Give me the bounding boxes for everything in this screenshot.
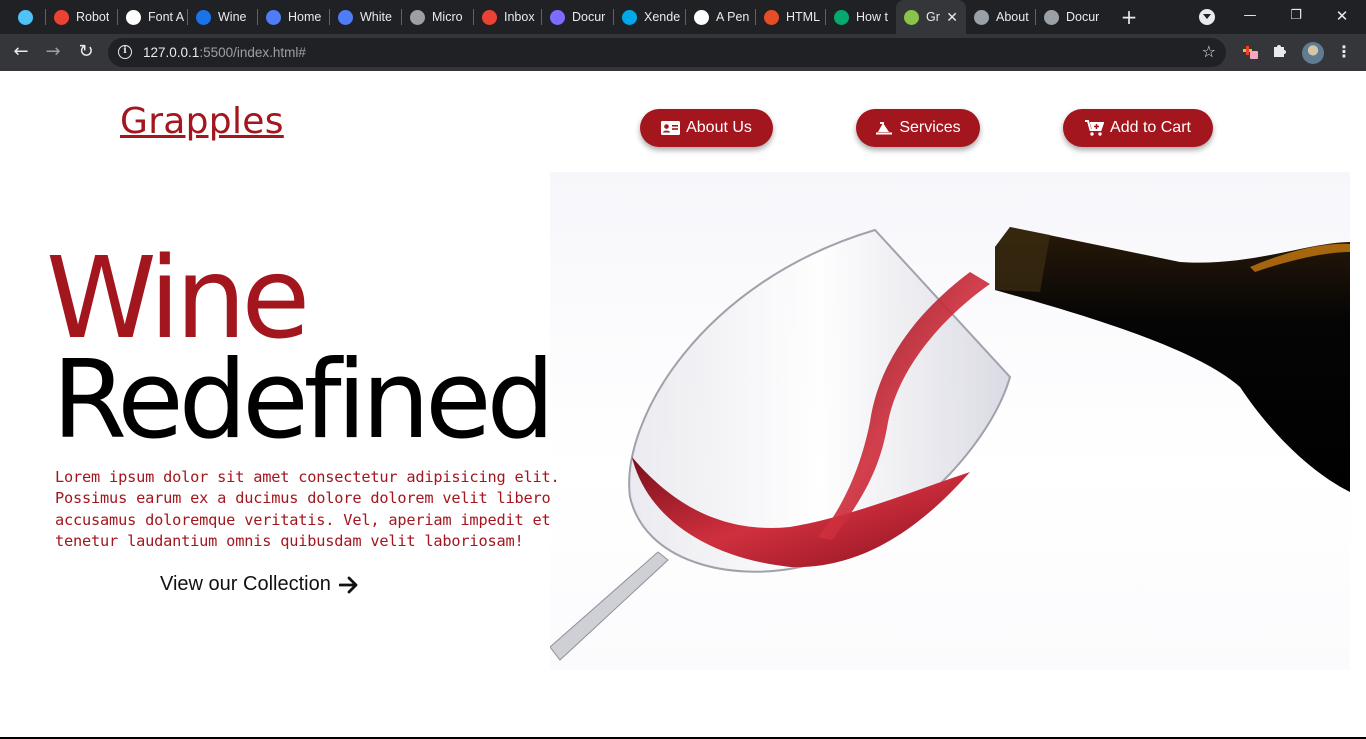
hero-wine-pour-image (550, 172, 1350, 670)
browser-menu-icon[interactable]: ⋮ (1336, 42, 1352, 62)
browser-tab-label: Docur (572, 10, 606, 24)
browser-tab[interactable]: Robot (46, 0, 114, 34)
browser-tab[interactable]: Home (258, 0, 326, 34)
flag-icon (126, 9, 141, 25)
browser-tab[interactable]: About (966, 0, 1032, 34)
browser-tab-label: Inbox (504, 10, 535, 24)
reload-icon[interactable]: ↻ (74, 40, 98, 64)
add-to-cart-button[interactable]: Add to Cart (1063, 109, 1213, 147)
url-host: 127.0.0.1 (143, 45, 200, 60)
extensions-puzzle-icon[interactable] (1270, 42, 1290, 62)
tab-separator (1035, 9, 1036, 25)
browser-tab-label: Xende (644, 10, 681, 24)
close-tab-icon[interactable]: ✕ (946, 9, 958, 25)
globe-icon (410, 9, 425, 25)
browser-tab[interactable] (10, 0, 44, 34)
w3-icon (834, 9, 849, 25)
bookmark-star-icon[interactable]: ☆ (1202, 42, 1216, 61)
web-page: Grapples About Us Services Add to Cart W… (0, 71, 1366, 739)
id-card-icon (661, 121, 681, 135)
site-info-icon[interactable]: i (118, 45, 132, 59)
restore-icon[interactable]: ❐ (1285, 6, 1307, 26)
x-icon (622, 9, 637, 25)
browser-tab[interactable]: Wine (188, 0, 254, 34)
tab-separator (825, 9, 826, 25)
browser-tab-label: How t (856, 10, 888, 24)
back-icon[interactable]: ← (9, 40, 33, 64)
tab-search-icon[interactable] (1199, 9, 1215, 25)
url-path: :5500/index.html# (199, 45, 306, 60)
browser-tab[interactable]: Font A (118, 0, 184, 34)
brand-logo-link[interactable]: Grapples (120, 101, 284, 142)
flag-icon (196, 9, 211, 25)
browser-tab-label: Font A (148, 10, 184, 24)
browser-tab[interactable]: How t (826, 0, 892, 34)
browser-tab-label: A Pen (716, 10, 750, 24)
browser-tab[interactable]: Xende (614, 0, 682, 34)
services-button[interactable]: Services (856, 109, 980, 147)
cart-plus-icon (1085, 120, 1105, 136)
tab-separator (613, 9, 614, 25)
gear-icon (550, 9, 565, 25)
browser-tab[interactable]: A Pen (686, 0, 752, 34)
tab-separator (755, 9, 756, 25)
tab-strip: Robot Font A Wine Home White Micro Inbox Docur X… (0, 0, 1366, 34)
browser-tab[interactable]: Docur (1036, 0, 1104, 34)
extension-icon[interactable] (1240, 42, 1260, 62)
browser-tab-label: Gr (926, 10, 940, 24)
tab-separator (187, 9, 188, 25)
new-tab-button[interactable]: + (1118, 6, 1140, 28)
url-text[interactable]: 127.0.0.1:5500/index.html# (143, 45, 306, 60)
tab-separator (685, 9, 686, 25)
close-window-icon[interactable]: ✕ (1331, 6, 1353, 26)
about-us-label: About Us (686, 119, 752, 136)
c-icon (266, 9, 281, 25)
tab-separator (541, 9, 542, 25)
concierge-bell-icon (875, 121, 893, 135)
html-icon (764, 9, 779, 25)
browser-tab[interactable]: Gr ✕ (896, 0, 966, 34)
browser-tab-label: Robot (76, 10, 110, 24)
c-icon (338, 9, 353, 25)
tab-separator (117, 9, 118, 25)
tab-separator (401, 9, 402, 25)
view-collection-label: View our Collection (160, 573, 331, 595)
forward-icon[interactable]: → (41, 40, 65, 64)
robot-icon (54, 9, 69, 25)
address-bar[interactable]: i 127.0.0.1:5500/index.html# ☆ (108, 38, 1226, 67)
globe-icon (974, 9, 989, 25)
browser-tab-label: White (360, 10, 392, 24)
hero-description: Lorem ipsum dolor sit amet consectetur a… (55, 468, 560, 550)
view-collection-link[interactable]: View our Collection (160, 573, 358, 596)
browser-tab-label: Wine (218, 10, 247, 24)
wine-glass-icon (904, 9, 919, 25)
tab-separator (473, 9, 474, 25)
codepen-icon (694, 9, 709, 25)
browser-tab-label: HTML (786, 10, 821, 24)
about-us-button[interactable]: About Us (640, 109, 773, 147)
add-to-cart-label: Add to Cart (1110, 119, 1191, 136)
browser-tab-label: About (996, 10, 1029, 24)
minimize-icon[interactable]: — (1239, 6, 1261, 26)
browser-tab[interactable]: HTML (756, 0, 822, 34)
browser-tab[interactable]: White (330, 0, 398, 34)
profile-avatar[interactable] (1302, 42, 1324, 64)
hero-heading-redefined: Redefined (52, 338, 555, 463)
browser-tab[interactable]: Micro (402, 0, 470, 34)
browser-tab[interactable]: Inbox (474, 0, 538, 34)
tab-separator (329, 9, 330, 25)
services-label: Services (899, 119, 961, 136)
tab-separator (45, 9, 46, 25)
browser-tab-label: Home (288, 10, 322, 24)
diamond-icon (18, 9, 33, 25)
browser-tab-label: Micro (432, 10, 463, 24)
arrow-right-icon (338, 576, 358, 594)
browser-toolbar: ← → ↻ i 127.0.0.1:5500/index.html# ☆ ⋮ (0, 34, 1366, 71)
gmail-icon (482, 9, 497, 25)
browser-tab[interactable]: Docur (542, 0, 610, 34)
globe-icon (1044, 9, 1059, 25)
tab-separator (257, 9, 258, 25)
browser-tab-label: Docur (1066, 10, 1100, 24)
